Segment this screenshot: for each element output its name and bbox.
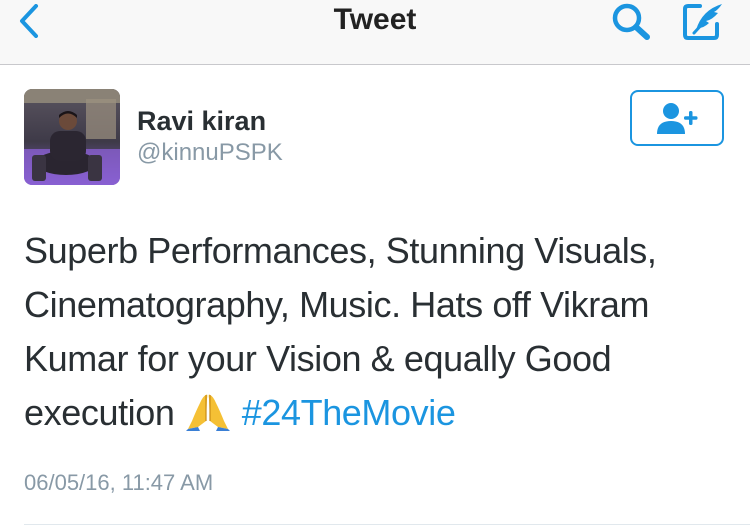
tweet-text-fragment: execution	[24, 392, 175, 433]
hashtag-link[interactable]: #24TheMovie	[242, 392, 456, 433]
compose-button[interactable]	[680, 0, 728, 44]
follow-user-icon	[657, 103, 698, 134]
author-handle[interactable]: @kinnuPSPK	[137, 138, 283, 168]
tweet-timestamp: 06/05/16, 11:47 AM	[24, 470, 214, 495]
tweet-text: Superb Performances, Stunning Visuals, C…	[24, 224, 724, 446]
avatar[interactable]	[24, 89, 120, 185]
tweet-text-line: Cinematography, Music. Hats off Vikram	[24, 284, 650, 325]
search-icon	[612, 3, 650, 40]
navigation-bar: Tweet	[0, 0, 750, 65]
profile-photo	[24, 89, 120, 185]
folded-hands-icon	[186, 391, 231, 446]
compose-tweet-icon	[683, 4, 722, 40]
tweet-text-line: Kumar for your Vision & equally Good	[24, 338, 612, 379]
tweet-text-line: Superb Performances, Stunning Visuals,	[24, 230, 657, 271]
follow-button[interactable]	[630, 90, 724, 146]
author-display-name[interactable]: Ravi kiran	[137, 104, 266, 138]
tweet-detail-screen: Tweet Ravi kiran @kinnuPSPK Superb Perfo…	[0, 0, 750, 530]
search-button[interactable]	[608, 0, 654, 44]
tweet-text-line-last: execution #24TheMovie	[24, 386, 724, 446]
divider	[24, 524, 750, 525]
